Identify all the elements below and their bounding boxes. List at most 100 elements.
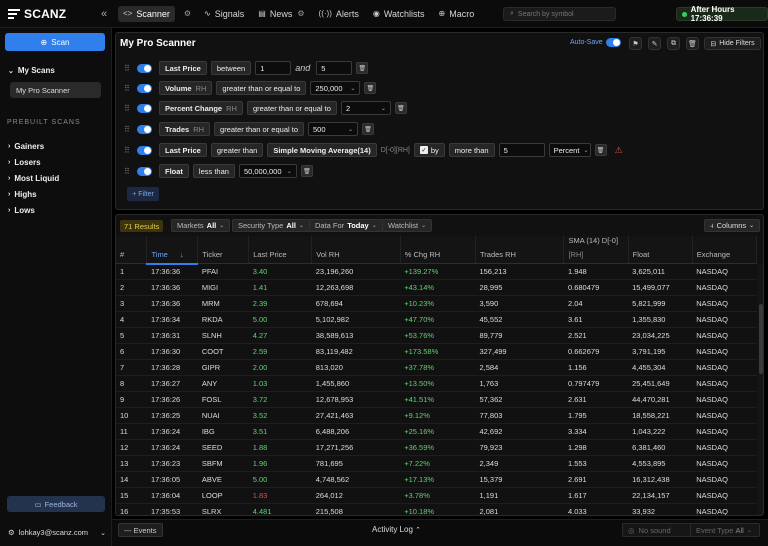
table-row[interactable]: 3 17:36:36 MRM 2.39 678,694 +10.23% 3,590 2.04 5… xyxy=(116,295,757,312)
unit-select[interactable]: Percent ⌄ xyxy=(548,143,591,157)
by-checkbox[interactable]: ✓ by xyxy=(413,143,445,157)
filter-toggle[interactable] xyxy=(137,124,152,134)
col-header-float[interactable]: Float xyxy=(628,236,693,264)
filter-value[interactable]: 250,000 ⌄ xyxy=(310,81,361,95)
filter-field[interactable]: Last Price xyxy=(159,61,207,75)
table-row[interactable]: 14 17:36:05 ABVE 5.00 4,748,562 +17.13% 15,379… xyxy=(116,471,757,488)
prebuilt-highs[interactable]: › Highs xyxy=(8,186,59,202)
col-header-volume[interactable]: Vol RH xyxy=(311,236,401,264)
watchlist-filter[interactable]: Watchlist ⌄ xyxy=(382,219,433,232)
filter-toggle[interactable] xyxy=(137,166,152,176)
table-row[interactable]: 15 17:36:04 LOOP 1.83 264,012 +3.78% 1,191 1.61… xyxy=(116,487,757,504)
filter-toggle[interactable] xyxy=(137,63,152,73)
col-header-pct-change[interactable]: % Chg RH xyxy=(400,236,476,264)
prebuilt-losers[interactable]: › Losers xyxy=(8,154,59,170)
table-row[interactable]: 2 17:36:36 MIGI 1.41 12,263,698 +43.14% 28,995… xyxy=(116,279,757,296)
sound-select[interactable]: ◎ No sound xyxy=(622,523,696,537)
col-header-trades[interactable]: Trades RH xyxy=(475,236,565,264)
trash-icon[interactable]: 🗑 xyxy=(594,144,607,156)
scanz-logo[interactable]: SCANZ xyxy=(8,0,94,28)
delete-scan-icon[interactable]: 🗑 xyxy=(686,37,699,50)
trash-icon[interactable]: 🗑 xyxy=(364,82,377,94)
autosave-switch[interactable] xyxy=(605,38,621,47)
filter-value[interactable]: 5 xyxy=(498,143,545,157)
col-header-exchange[interactable]: Exchange xyxy=(692,236,758,264)
nav-news[interactable]: ▤ News ⚙ xyxy=(253,6,309,22)
edit-icon[interactable]: ✎ xyxy=(648,37,661,50)
col-header-time[interactable]: Time ↓ xyxy=(146,236,199,265)
user-menu[interactable]: ⚙ lohkay3@scanz.com ⌄ xyxy=(8,528,106,537)
filter-operator[interactable]: greater than xyxy=(210,143,264,157)
filter-field[interactable]: Last Price xyxy=(159,143,207,157)
table-row[interactable]: 4 17:36:34 RKDA 5.00 5,102,982 +47.70% 45,552 3… xyxy=(116,311,757,328)
collapse-sidebar-icon[interactable]: « xyxy=(94,8,114,20)
flag-icon[interactable]: ⚑ xyxy=(629,37,642,50)
table-row[interactable]: 7 17:36:28 GIPR 2.00 813,020 +37.78% 2,584 1.15… xyxy=(116,359,757,376)
nav-macro[interactable]: ⊕ Macro xyxy=(434,6,480,22)
filter-indicator[interactable]: Simple Moving Average(14) xyxy=(267,143,377,157)
symbol-search-input[interactable]: ⌕ Search by symbol xyxy=(503,7,616,21)
columns-button[interactable]: ⫞ Columns ⌄ xyxy=(704,219,760,232)
prebuilt-gainers[interactable]: › Gainers xyxy=(8,138,59,154)
nav-signals[interactable]: ∿ Signals xyxy=(199,6,249,22)
table-row[interactable]: 12 17:36:24 SEED 1.88 17,271,256 +36.59% 79,92… xyxy=(116,439,757,456)
filter-operator[interactable]: greater than or equal to xyxy=(246,101,337,115)
filter-value-max[interactable]: 5 xyxy=(316,61,353,75)
drag-handle-icon[interactable]: ⠿ xyxy=(124,125,134,134)
filter-value[interactable]: 2 ⌄ xyxy=(340,101,391,115)
news-settings-icon[interactable]: ⚙ xyxy=(297,9,304,18)
scanner-settings-icon[interactable]: ⚙ xyxy=(184,9,191,18)
filter-operator[interactable]: greater than or equal to xyxy=(214,122,305,136)
my-scan-item[interactable]: My Pro Scanner xyxy=(10,82,101,98)
filter-field[interactable]: Trades RH xyxy=(159,122,211,136)
filter-field[interactable]: Float xyxy=(159,164,189,178)
events-button[interactable]: --- Events xyxy=(118,523,163,537)
filter-toggle[interactable] xyxy=(137,103,152,113)
drag-handle-icon[interactable]: ⠿ xyxy=(124,167,134,176)
scrollbar-thumb[interactable] xyxy=(759,304,763,374)
drag-handle-icon[interactable]: ⠿ xyxy=(124,146,134,155)
table-row[interactable]: 16 17:35:53 SLRX 4.481 215,508 +10.18% 2,081 4.… xyxy=(116,503,757,515)
drag-handle-icon[interactable]: ⠿ xyxy=(124,64,134,73)
filter-value[interactable]: 50,000,000 ⌄ xyxy=(238,164,297,178)
filter-operator-2[interactable]: more than xyxy=(448,143,495,157)
filter-operator[interactable]: less than xyxy=(192,164,235,178)
filter-value-min[interactable]: 1 xyxy=(255,61,292,75)
feedback-button[interactable]: ▭ Feedback xyxy=(7,496,105,512)
nav-scanner[interactable]: <> Scanner xyxy=(118,5,175,22)
trash-icon[interactable]: 🗑 xyxy=(362,123,375,135)
table-row[interactable]: 13 17:36:23 SBFM 1.96 781,695 +7.22% 2,349 1.55… xyxy=(116,455,757,472)
data-for-filter[interactable]: Data For Today ⌄ xyxy=(309,219,383,232)
table-row[interactable]: 8 17:36:27 ANY 1.03 1,455,860 +13.50% 1,763 0.7… xyxy=(116,375,757,392)
filter-value[interactable]: 500 ⌄ xyxy=(308,122,359,136)
nav-watchlists[interactable]: ◉ Watchlists xyxy=(368,6,430,22)
add-filter-button[interactable]: + Filter xyxy=(127,187,159,201)
activity-log-toggle[interactable]: Activity Log ⌃ xyxy=(372,525,421,534)
trash-icon[interactable]: 🗑 xyxy=(394,102,407,114)
copy-icon[interactable]: ⧉ xyxy=(667,37,680,50)
table-row[interactable]: 6 17:36:30 COOT 2.59 83,119,482 +173.58% 327,4… xyxy=(116,343,757,360)
markets-filter[interactable]: Markets All ⌄ xyxy=(171,219,231,232)
hide-filters-button[interactable]: ⊟ Hide Filters xyxy=(704,37,761,50)
col-header-last-price[interactable]: Last Price xyxy=(248,236,313,264)
table-row[interactable]: 11 17:36:24 IBG 3.51 6,488,206 +25.16% 42,692 3… xyxy=(116,423,757,440)
col-header-sma[interactable]: SMA (14) D[-0] [RH] xyxy=(563,236,629,264)
prebuilt-lows[interactable]: › Lows xyxy=(8,202,59,218)
filter-toggle[interactable] xyxy=(137,83,152,93)
drag-handle-icon[interactable]: ⠿ xyxy=(124,104,134,113)
filter-toggle[interactable] xyxy=(137,145,152,155)
table-row[interactable]: 9 17:36:26 FOSL 3.72 12,678,953 +41.51% 57,362… xyxy=(116,391,757,408)
col-header-num[interactable]: # xyxy=(116,236,148,264)
drag-handle-icon[interactable]: ⠿ xyxy=(124,84,134,93)
col-header-ticker[interactable]: Ticker xyxy=(197,236,250,264)
filter-operator[interactable]: between xyxy=(210,61,252,75)
scan-button[interactable]: ⊕ Scan xyxy=(5,33,105,51)
filter-field[interactable]: Percent Change RH xyxy=(159,101,243,115)
trash-icon[interactable]: 🗑 xyxy=(356,62,369,74)
nav-alerts[interactable]: ((·)) Alerts xyxy=(314,6,364,22)
table-row[interactable]: 1 17:36:36 PFAI 3.40 23,196,260 +139.27% 156,2… xyxy=(116,263,757,280)
security-type-filter[interactable]: Security Type All ⌄ xyxy=(232,219,310,232)
table-row[interactable]: 10 17:36:25 NUAI 3.52 27,421,463 +9.12% 77,803… xyxy=(116,407,757,424)
prebuilt-most-liquid[interactable]: › Most Liquid xyxy=(8,170,59,186)
autosave-toggle[interactable]: Auto-Save xyxy=(570,38,621,47)
